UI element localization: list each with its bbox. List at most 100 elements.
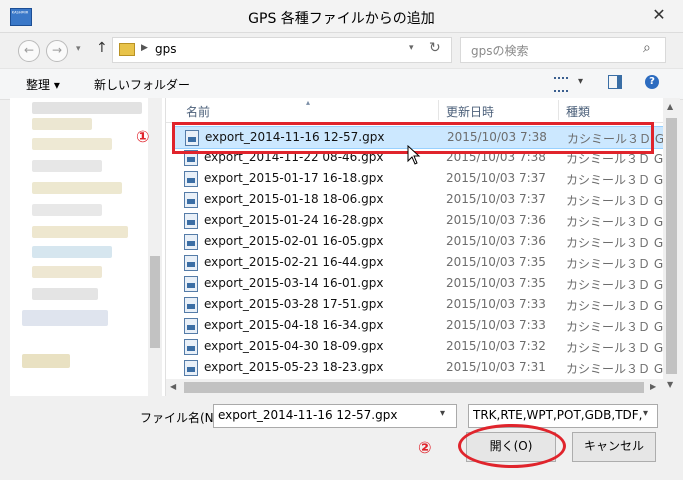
forward-button[interactable]: →	[46, 40, 68, 62]
column-name[interactable]: 名前	[186, 103, 210, 120]
annotation-number-1: ①	[136, 127, 150, 146]
nav-item[interactable]	[32, 182, 122, 194]
nav-item[interactable]	[32, 138, 112, 150]
file-name: export_2015-04-18 16-34.gpx	[204, 318, 384, 332]
horizontal-scrollbar[interactable]: ◀ ▶	[166, 379, 663, 396]
file-row[interactable]: export_2015-05-23 18-23.gpx 2015/10/03 7:…	[172, 357, 663, 378]
cancel-button[interactable]: キャンセル	[572, 432, 656, 462]
file-type: カシミール３Ｄ GP	[566, 362, 663, 376]
view-options-icon[interactable]	[554, 77, 568, 92]
nav-item[interactable]	[32, 204, 102, 216]
column-header: ▴ 名前 更新日時 種類	[166, 98, 663, 123]
file-type: カシミール３Ｄ GP	[566, 173, 663, 187]
view-dropdown-icon[interactable]: ▾	[578, 76, 583, 87]
file-type-dropdown-icon[interactable]: ▾	[643, 408, 648, 419]
filename-value: export_2014-11-16 12-57.gpx	[218, 408, 398, 422]
gpx-file-icon	[184, 318, 198, 334]
up-arrow-icon[interactable]: ↑	[96, 40, 108, 56]
search-box[interactable]: gpsの検索 ⌕	[460, 37, 666, 63]
file-type: カシミール３Ｄ GP	[566, 194, 663, 208]
nav-item[interactable]	[32, 246, 112, 258]
file-date: 2015/10/03 7:36	[446, 234, 546, 248]
file-row[interactable]: export_2015-01-18 18-06.gpx 2015/10/03 7:…	[172, 189, 663, 210]
file-row[interactable]: export_2015-04-18 16-34.gpx 2015/10/03 7:…	[172, 315, 663, 336]
nav-item[interactable]	[32, 102, 142, 114]
address-bar[interactable]: ▶ gps ▾ ↻	[112, 37, 452, 63]
gpx-file-icon	[184, 276, 198, 292]
nav-scrollbar-thumb[interactable]	[150, 256, 160, 348]
file-type: カシミール３Ｄ GP	[566, 341, 663, 355]
file-date: 2015/10/03 7:37	[446, 192, 546, 206]
folder-icon	[119, 43, 135, 56]
file-date: 2015/10/03 7:36	[446, 213, 546, 227]
scroll-right-icon[interactable]: ▶	[650, 382, 656, 391]
file-date: 2015/10/03 7:35	[446, 255, 546, 269]
chevron-right-icon: ▶	[141, 43, 148, 53]
nav-item[interactable]	[32, 226, 128, 238]
preview-pane-icon[interactable]	[608, 75, 622, 89]
file-row[interactable]: export_2015-04-30 18-09.gpx 2015/10/03 7:…	[172, 336, 663, 357]
nav-item[interactable]	[32, 288, 98, 300]
gpx-file-icon	[184, 192, 198, 208]
file-row[interactable]: export_2015-03-14 16-01.gpx 2015/10/03 7:…	[172, 273, 663, 294]
back-button[interactable]: ←	[18, 40, 40, 62]
scroll-thumb[interactable]	[666, 118, 677, 374]
file-name: export_2015-03-28 17-51.gpx	[204, 297, 384, 311]
organize-button[interactable]: 整理 ▾	[26, 76, 60, 93]
help-icon[interactable]: ?	[645, 75, 659, 89]
file-row[interactable]: export_2015-02-21 16-44.gpx 2015/10/03 7:…	[172, 252, 663, 273]
file-name: export_2015-04-30 18-09.gpx	[204, 339, 384, 353]
file-date: 2015/10/03 7:35	[446, 276, 546, 290]
file-type: カシミール３Ｄ GP	[566, 299, 663, 313]
recent-dropdown-icon[interactable]: ▾	[76, 44, 81, 54]
search-icon[interactable]: ⌕	[643, 40, 651, 56]
file-name: export_2015-01-24 16-28.gpx	[204, 213, 384, 227]
vertical-scrollbar[interactable]: ▲ ▼	[663, 98, 680, 396]
hscroll-thumb[interactable]	[184, 382, 644, 393]
toolbar: 整理 ▾ 新しいフォルダー ▾ ?	[0, 68, 683, 100]
scroll-left-icon[interactable]: ◀	[170, 382, 176, 391]
file-type-value: TRK,RTE,WPT,POT,GDB,TDF,	[473, 408, 643, 422]
annotation-highlight-open	[458, 424, 566, 468]
file-name: export_2015-01-17 16-18.gpx	[204, 171, 384, 185]
scroll-up-icon[interactable]: ▲	[667, 102, 673, 111]
file-type: カシミール３Ｄ GP	[566, 257, 663, 271]
mouse-cursor-icon	[407, 145, 421, 165]
scroll-down-icon[interactable]: ▼	[667, 380, 673, 389]
nav-item[interactable]	[32, 118, 92, 130]
nav-item[interactable]	[22, 310, 108, 326]
file-row[interactable]: export_2015-01-24 16-28.gpx 2015/10/03 7:…	[172, 210, 663, 231]
file-type: カシミール３Ｄ GP	[566, 320, 663, 334]
gpx-file-icon	[184, 297, 198, 313]
filename-label: ファイル名(N):	[140, 411, 223, 425]
file-row[interactable]: export_2015-02-01 16-05.gpx 2015/10/03 7:…	[172, 231, 663, 252]
nav-scrollbar[interactable]	[148, 98, 162, 396]
file-type: カシミール３Ｄ GP	[566, 215, 663, 229]
file-name: export_2015-02-01 16-05.gpx	[204, 234, 384, 248]
search-input[interactable]: gpsの検索	[471, 42, 529, 59]
filename-dropdown-icon[interactable]: ▾	[440, 408, 445, 419]
column-date[interactable]: 更新日時	[446, 103, 494, 120]
nav-item[interactable]	[32, 160, 102, 172]
address-path: gps	[155, 42, 177, 56]
gpx-file-icon	[184, 234, 198, 250]
file-name: export_2015-02-21 16-44.gpx	[204, 255, 384, 269]
close-button[interactable]: ✕	[644, 4, 674, 26]
refresh-icon[interactable]: ↻	[429, 40, 441, 56]
gpx-file-icon	[184, 339, 198, 355]
file-row[interactable]: export_2015-01-17 16-18.gpx 2015/10/03 7:…	[172, 168, 663, 189]
file-name: export_2015-03-14 16-01.gpx	[204, 276, 384, 290]
file-date: 2015/10/03 7:31	[446, 360, 546, 374]
file-row[interactable]: export_2015-03-28 17-51.gpx 2015/10/03 7:…	[172, 294, 663, 315]
column-type[interactable]: 種類	[566, 103, 590, 120]
new-folder-button[interactable]: 新しいフォルダー	[94, 76, 190, 93]
file-name: export_2015-05-23 18-23.gpx	[204, 360, 384, 374]
sort-up-icon: ▴	[306, 98, 311, 107]
address-dropdown-icon[interactable]: ▾	[409, 43, 414, 53]
file-name: export_2015-01-18 18-06.gpx	[204, 192, 384, 206]
window-title: GPS 各種ファイルからの追加	[248, 11, 435, 27]
nav-item[interactable]	[22, 354, 70, 368]
filename-input[interactable]: export_2014-11-16 12-57.gpx ▾	[213, 404, 457, 428]
file-date: 2015/10/03 7:37	[446, 171, 546, 185]
nav-item[interactable]	[32, 266, 102, 278]
